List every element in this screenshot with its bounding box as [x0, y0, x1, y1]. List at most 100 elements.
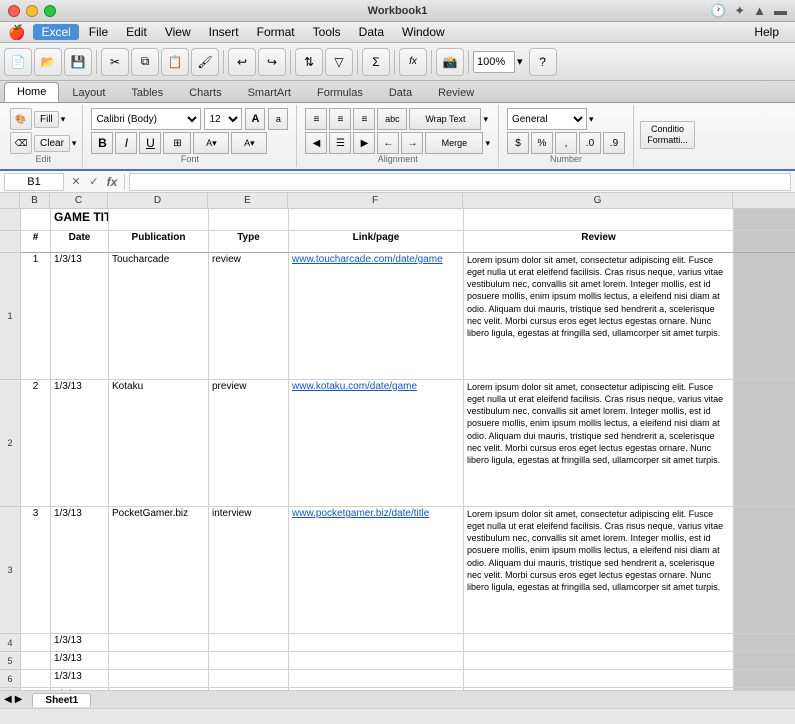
- save-button[interactable]: 💾: [64, 48, 92, 76]
- merge-button[interactable]: Merge: [425, 132, 483, 154]
- row-header-col-headers[interactable]: [0, 231, 20, 253]
- align-top-left-button[interactable]: ≡: [305, 108, 327, 130]
- paste-button[interactable]: 📋: [161, 48, 189, 76]
- minimize-button[interactable]: [26, 5, 38, 17]
- fill-icon[interactable]: 🎨: [10, 108, 32, 130]
- row-header-3[interactable]: 3: [0, 507, 20, 634]
- number-format-select[interactable]: General: [507, 108, 587, 130]
- decrease-decimal-button[interactable]: .9: [603, 132, 625, 154]
- zoom-dropdown-icon[interactable]: ▾: [517, 55, 523, 68]
- cell-4-review[interactable]: [464, 634, 734, 651]
- cell-7-num[interactable]: [21, 688, 51, 690]
- zoom-input[interactable]: [473, 51, 515, 73]
- function-button[interactable]: fx: [399, 48, 427, 76]
- cut-button[interactable]: ✂: [101, 48, 129, 76]
- wrap-text-dropdown-icon[interactable]: ▾: [483, 114, 488, 125]
- col-header-b[interactable]: B: [20, 193, 50, 208]
- header-review[interactable]: Review: [464, 231, 734, 252]
- maximize-button[interactable]: [44, 5, 56, 17]
- insert-function-icon[interactable]: fx: [104, 174, 120, 190]
- cell-2-type[interactable]: preview: [209, 380, 289, 506]
- cell-6-review[interactable]: [464, 670, 734, 687]
- merge-dropdown-icon[interactable]: ▾: [485, 138, 490, 149]
- cell-reference-input[interactable]: [4, 173, 64, 191]
- formula-input[interactable]: [129, 173, 791, 191]
- col-header-g[interactable]: G: [463, 193, 733, 208]
- italic-button[interactable]: I: [115, 132, 137, 154]
- fill-button[interactable]: Fill: [34, 111, 59, 128]
- cell-1-type[interactable]: review: [209, 253, 289, 379]
- cell-4-num[interactable]: [21, 634, 51, 651]
- wrap-text-button[interactable]: Wrap Text: [409, 108, 481, 130]
- clear-button[interactable]: Clear: [34, 135, 70, 152]
- menu-edit[interactable]: Edit: [118, 24, 155, 40]
- cell-3-num[interactable]: 3: [21, 507, 51, 633]
- increase-decimal-button[interactable]: .0: [579, 132, 601, 154]
- cell-5-num[interactable]: [21, 652, 51, 669]
- sheet-nav-right[interactable]: ▶: [15, 694, 23, 705]
- cell-2-review[interactable]: Lorem ipsum dolor sit amet, consectetur …: [464, 380, 734, 506]
- align-top-center-button[interactable]: ≡: [329, 108, 351, 130]
- cell-6-type[interactable]: [209, 670, 289, 687]
- new-button[interactable]: 📄: [4, 48, 32, 76]
- align-right-button[interactable]: ▶: [353, 132, 375, 154]
- sheet-tab-1[interactable]: Sheet1: [32, 693, 91, 707]
- cell-2-date[interactable]: 1/3/13: [51, 380, 109, 506]
- menu-file[interactable]: File: [81, 24, 116, 40]
- tab-smartart[interactable]: SmartArt: [235, 82, 304, 102]
- tab-review[interactable]: Review: [425, 82, 487, 102]
- cancel-formula-icon[interactable]: ✕: [68, 174, 84, 190]
- tab-layout[interactable]: Layout: [59, 82, 118, 102]
- borders-button[interactable]: ⊞: [163, 132, 191, 154]
- cell-5-type[interactable]: [209, 652, 289, 669]
- copy-button[interactable]: ⧉: [131, 48, 159, 76]
- fill-dropdown-icon[interactable]: ▾: [61, 114, 66, 125]
- apple-menu[interactable]: 🍎: [8, 24, 25, 41]
- cell-1-publication[interactable]: Toucharcade: [109, 253, 209, 379]
- conditional-format-button[interactable]: ConditioFormatti...: [640, 121, 695, 149]
- tab-charts[interactable]: Charts: [176, 82, 234, 102]
- currency-button[interactable]: $: [507, 132, 529, 154]
- row-header-1[interactable]: 1: [0, 253, 20, 380]
- menu-view[interactable]: View: [157, 24, 199, 40]
- cell-1-link[interactable]: www.toucharcade.com/date/game: [289, 253, 464, 379]
- cell-e-title[interactable]: [209, 209, 289, 230]
- font-family-select[interactable]: Calibri (Body): [91, 108, 201, 130]
- header-link[interactable]: Link/page: [289, 231, 464, 252]
- cell-4-date[interactable]: 1/3/13: [51, 634, 109, 651]
- indent-increase-button[interactable]: →: [401, 132, 423, 154]
- header-num[interactable]: #: [21, 231, 51, 252]
- col-header-d[interactable]: D: [108, 193, 208, 208]
- cell-1-date[interactable]: 1/3/13: [51, 253, 109, 379]
- increase-font-button[interactable]: A: [245, 108, 265, 130]
- confirm-formula-icon[interactable]: ✓: [86, 174, 102, 190]
- cell-6-date[interactable]: 1/3/13: [51, 670, 109, 687]
- cell-4-type[interactable]: [209, 634, 289, 651]
- filter-button[interactable]: ▽: [325, 48, 353, 76]
- clear-icon[interactable]: ⌫: [10, 132, 32, 154]
- cell-7-link[interactable]: [289, 688, 464, 690]
- tab-formulas[interactable]: Formulas: [304, 82, 376, 102]
- sort-button[interactable]: ⇅: [295, 48, 323, 76]
- cell-2-publication[interactable]: Kotaku: [109, 380, 209, 506]
- cell-f-title[interactable]: [289, 209, 464, 230]
- camera-button[interactable]: 📸: [436, 48, 464, 76]
- align-top-right-button[interactable]: ≡: [353, 108, 375, 130]
- cell-5-link[interactable]: [289, 652, 464, 669]
- cell-g-title[interactable]: [464, 209, 734, 230]
- row-header-title[interactable]: [0, 209, 20, 231]
- cell-3-link[interactable]: www.pocketgamer.biz/date/title: [289, 507, 464, 633]
- underline-button[interactable]: U: [139, 132, 161, 154]
- bold-button[interactable]: B: [91, 132, 113, 154]
- decrease-font-button[interactable]: a: [268, 108, 288, 130]
- cell-3-type[interactable]: interview: [209, 507, 289, 633]
- cell-3-date[interactable]: 1/3/13: [51, 507, 109, 633]
- header-date[interactable]: Date: [51, 231, 109, 252]
- cell-6-link[interactable]: [289, 670, 464, 687]
- number-format-dropdown-icon[interactable]: ▾: [589, 114, 594, 125]
- close-button[interactable]: [8, 5, 20, 17]
- tab-home[interactable]: Home: [4, 82, 59, 102]
- undo-button[interactable]: ↩: [228, 48, 256, 76]
- indent-decrease-button[interactable]: ←: [377, 132, 399, 154]
- col-header-e[interactable]: E: [208, 193, 288, 208]
